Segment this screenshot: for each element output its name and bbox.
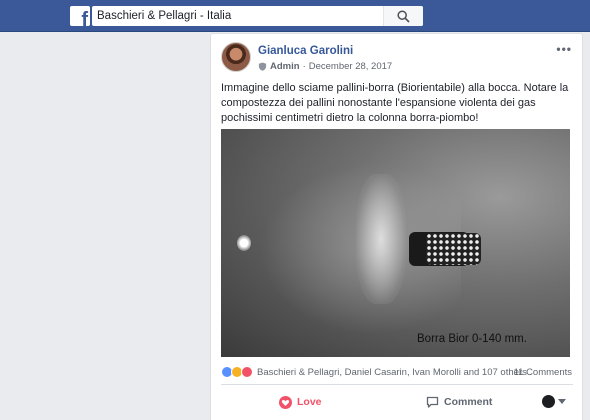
love-label: Love: [297, 396, 322, 408]
shield-icon: [258, 62, 267, 71]
actions-divider: [221, 384, 573, 385]
meta-separator: ·: [302, 61, 306, 72]
post-text: Immagine dello sciame pallini-borra (Bio…: [221, 82, 569, 124]
post-date[interactable]: December 28, 2017: [309, 61, 392, 72]
comments-count[interactable]: 11 Comments: [514, 367, 572, 378]
post-meta: Admin · December 28, 2017: [258, 61, 392, 72]
search-button[interactable]: [383, 6, 423, 26]
comment-icon: [426, 396, 439, 408]
author-avatar[interactable]: [221, 42, 251, 72]
page-avatar-icon: [542, 395, 555, 408]
search-input[interactable]: [92, 6, 392, 26]
reactions-text[interactable]: Baschieri & Pellagri, Daniel Casarin, Iv…: [257, 367, 527, 378]
search-box: [92, 6, 423, 26]
more-options-button[interactable]: •••: [556, 42, 572, 56]
top-navigation-bar: f: [0, 0, 590, 32]
chevron-down-icon: [558, 399, 566, 404]
post-card: Gianluca Garolini Admin · December 28, 2…: [210, 33, 583, 420]
post-photo[interactable]: Borra Bior 0-140 mm.: [221, 129, 570, 357]
photo-gas-cloud: [356, 174, 406, 304]
love-button[interactable]: Love: [279, 391, 322, 413]
photo-caption: Borra Bior 0-140 mm.: [417, 333, 527, 345]
photo-shot-column: [426, 233, 481, 265]
heart-icon: [279, 395, 292, 409]
facebook-logo[interactable]: f: [70, 6, 90, 26]
comment-label: Comment: [444, 396, 493, 408]
post-as-selector[interactable]: [542, 395, 566, 408]
search-icon: [397, 10, 410, 23]
reactions-summary[interactable]: Baschieri & Pellagri, Daniel Casarin, Iv…: [221, 366, 527, 378]
love-reaction-icon: [241, 366, 253, 378]
facebook-logo-letter: f: [81, 9, 88, 26]
comment-button[interactable]: Comment: [426, 391, 492, 413]
admin-badge: Admin: [270, 61, 300, 72]
photo-muzzle-flash: [237, 235, 251, 251]
author-name[interactable]: Gianluca Garolini: [258, 45, 353, 57]
